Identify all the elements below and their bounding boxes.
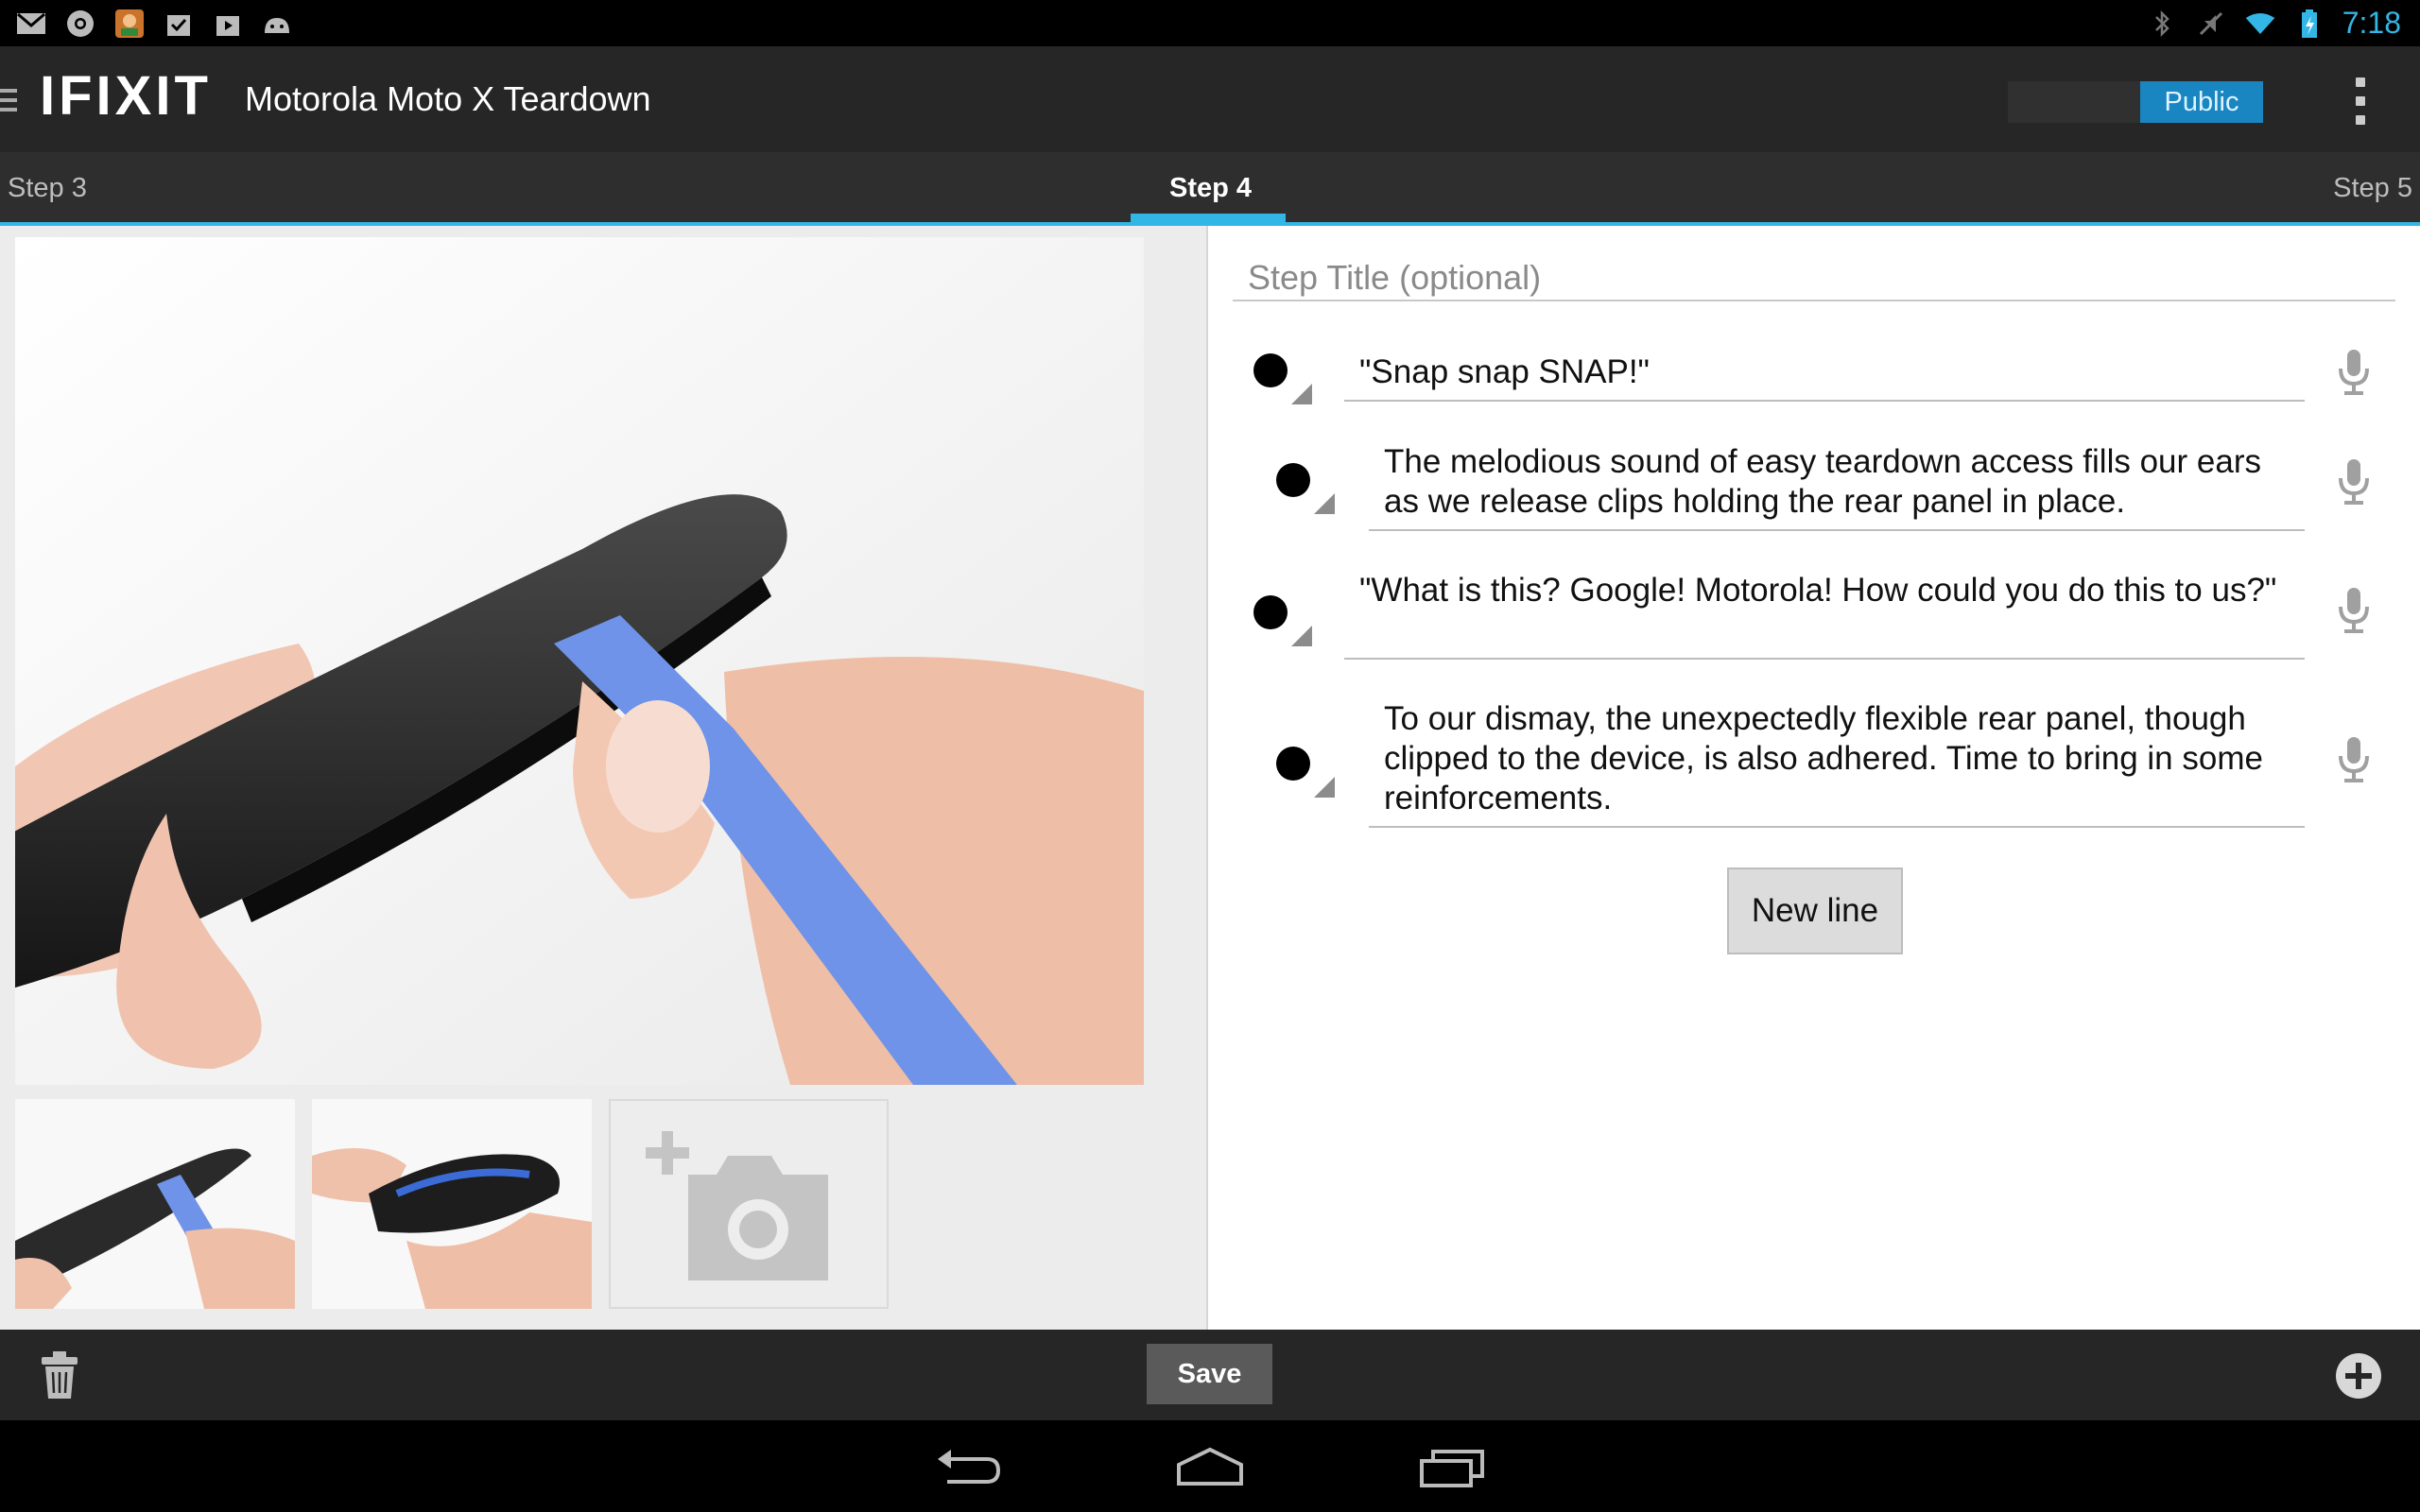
new-line-button[interactable]: New line xyxy=(1727,868,1903,954)
status-bar: 7:18 xyxy=(0,0,2420,46)
overflow-menu-icon[interactable] xyxy=(2346,77,2375,125)
visibility-toggle[interactable]: Public xyxy=(2008,81,2263,123)
home-icon[interactable] xyxy=(1175,1440,1245,1493)
bullet-line-input[interactable]: "What is this? Google! Motorola! How cou… xyxy=(1344,571,2305,660)
main-step-photo[interactable] xyxy=(15,237,1144,1085)
indent-handle-icon[interactable] xyxy=(1314,777,1335,798)
bullet-indent-control[interactable] xyxy=(1269,731,1335,798)
trash-icon[interactable] xyxy=(38,1349,81,1400)
microphone-icon[interactable] xyxy=(2335,735,2373,784)
back-icon[interactable] xyxy=(934,1440,1004,1493)
microphone-icon[interactable] xyxy=(2335,586,2373,635)
step-title-input[interactable]: Step Title (optional) xyxy=(1233,258,2395,301)
indent-handle-icon[interactable] xyxy=(1291,384,1312,404)
media-pane xyxy=(0,226,1208,1330)
drawer-menu-icon[interactable] xyxy=(0,87,17,115)
battery-icon xyxy=(2293,8,2325,40)
photo-thumbnail-1[interactable] xyxy=(15,1099,295,1309)
android-icon xyxy=(261,8,293,40)
add-camera-icon xyxy=(646,1131,828,1280)
bluetooth-icon xyxy=(2146,8,2178,40)
mute-icon xyxy=(2195,8,2227,40)
notification-icons xyxy=(15,8,293,40)
bullet-line-input[interactable]: "Snap snap SNAP!" xyxy=(1344,352,2305,402)
checkmark-bag-icon xyxy=(163,8,195,40)
active-tab-indicator xyxy=(1131,214,1286,222)
microphone-icon[interactable] xyxy=(2335,457,2373,507)
tab-step-4[interactable]: Step 4 xyxy=(1169,173,1252,204)
add-photo-button[interactable] xyxy=(609,1099,889,1309)
play-store-icon xyxy=(212,8,244,40)
indent-handle-icon[interactable] xyxy=(1291,626,1312,646)
bullet-dot xyxy=(1253,353,1288,387)
photo-thumbnail-2[interactable] xyxy=(312,1099,592,1309)
gmail-icon xyxy=(15,8,47,40)
microphone-icon[interactable] xyxy=(2335,348,2373,397)
public-toggle-label[interactable]: Public xyxy=(2140,81,2263,123)
tab-step-5[interactable]: Step 5 xyxy=(2333,173,2412,204)
bullet-indent-control[interactable] xyxy=(1269,448,1335,514)
step-tabs: Step 3 Step 4 Step 5 xyxy=(0,152,2420,226)
bullet-line-input[interactable]: The melodious sound of easy teardown acc… xyxy=(1369,442,2305,531)
save-button[interactable]: Save xyxy=(1147,1344,1272,1404)
ifixit-logo[interactable]: IFIXIT xyxy=(40,69,212,124)
bullet-dot xyxy=(1276,747,1310,781)
system-icons: 7:18 xyxy=(2146,6,2401,41)
bullet-indent-control[interactable] xyxy=(1246,338,1312,404)
wifi-icon xyxy=(2244,8,2276,40)
recent-apps-icon[interactable] xyxy=(1418,1440,1488,1493)
bullet-indent-control[interactable] xyxy=(1246,580,1312,646)
clock: 7:18 xyxy=(2342,6,2401,40)
guide-title: Motorola Moto X Teardown xyxy=(245,79,651,118)
indent-handle-icon[interactable] xyxy=(1314,493,1335,514)
bullet-dot xyxy=(1276,463,1310,497)
game-icon xyxy=(113,8,146,40)
bullet-line-input[interactable]: To our dismay, the unexpectedly flexible… xyxy=(1369,699,2305,828)
add-step-icon[interactable] xyxy=(2335,1352,2382,1400)
chrome-icon xyxy=(64,8,96,40)
bullet-dot xyxy=(1253,595,1288,629)
tab-step-3[interactable]: Step 3 xyxy=(8,173,87,204)
